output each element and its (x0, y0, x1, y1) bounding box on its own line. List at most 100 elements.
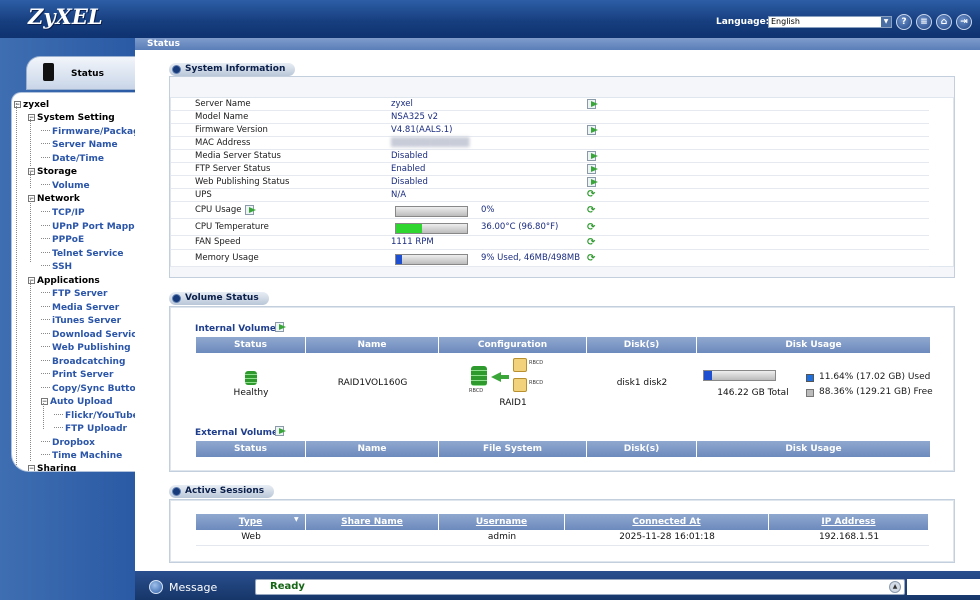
refresh-icon[interactable]: ⟳ (587, 223, 599, 233)
go-icon[interactable] (587, 99, 599, 109)
external-column-header[interactable]: Name (306, 441, 439, 457)
volume-status-header[interactable]: Volume Status (169, 292, 269, 305)
tree-node[interactable]: TCP/IP (41, 207, 85, 219)
tree-node[interactable]: UPnP Port Mapping (41, 221, 135, 233)
cpu-usage-bar (395, 206, 468, 217)
tree-node[interactable]: Copy/Sync Button (41, 383, 135, 395)
language-select[interactable]: English ▼ (768, 16, 892, 28)
tree-node[interactable]: − Auto Upload (41, 396, 113, 408)
internal-column-header[interactable]: Configuration (439, 337, 587, 353)
sort-icon[interactable]: ▼ (294, 516, 299, 523)
tree-node[interactable]: Telnet Service (41, 248, 124, 260)
go-icon[interactable] (587, 125, 599, 135)
tree-node[interactable]: iTunes Server (41, 315, 121, 327)
info-value: Enabled (391, 164, 426, 174)
logout-icon[interactable]: ⇥ (956, 14, 972, 30)
tree-node-label: Copy/Sync Button (52, 384, 135, 394)
arrow-left-icon-stem (501, 375, 509, 379)
tree-node[interactable]: − Network (28, 193, 80, 205)
go-icon[interactable] (275, 322, 287, 332)
session-cell: admin (487, 532, 517, 542)
go-icon[interactable] (587, 177, 599, 187)
tree-connector (41, 238, 50, 239)
tree-node[interactable]: − System Setting (28, 112, 115, 124)
tree-node[interactable]: Download Service (41, 329, 135, 341)
tree-node[interactable]: Dropbox (41, 437, 95, 449)
tree-node[interactable]: Date/Time (41, 153, 104, 165)
tree-node-label: Date/Time (52, 154, 104, 164)
tree-node[interactable]: Broadcatching (41, 356, 125, 368)
tree-node[interactable]: FTP Server (41, 288, 107, 300)
tree-node-label: FTP Uploadr (65, 424, 127, 434)
disk-used-label: 11.64% (17.02 GB) Used (819, 372, 931, 382)
tree-node[interactable]: Volume (41, 180, 90, 192)
internal-column-header[interactable]: Name (306, 337, 439, 353)
active-sessions-header[interactable]: Active Sessions (169, 485, 275, 498)
internal-column-header[interactable]: Disk(s) (587, 337, 697, 353)
session-column-header[interactable]: Username (439, 514, 565, 530)
tree-connector (41, 292, 50, 293)
go-icon[interactable] (587, 164, 599, 174)
tree-node[interactable]: Print Server (41, 369, 113, 381)
tree-connector (41, 306, 50, 307)
cpu-usage: CPU Usage 0% ⟳ (171, 202, 929, 219)
external-column-header[interactable]: Status (196, 441, 306, 457)
home-icon[interactable]: ⌂ (936, 14, 952, 30)
collapse-icon (172, 487, 181, 496)
tree-node[interactable]: Web Publishing (41, 342, 131, 354)
tree-node-label: Time Machine (52, 451, 123, 461)
external-column-header[interactable]: File System (439, 441, 587, 457)
cpu-temperature-bar (395, 223, 468, 234)
session-column-header[interactable]: Share Name (306, 514, 439, 530)
internal-volume-label: Internal Volume (195, 324, 276, 334)
tree-node-label: Dropbox (52, 438, 95, 448)
info-key: Memory Usage (195, 253, 259, 263)
refresh-icon[interactable]: ⟳ (587, 254, 599, 264)
tree-node-label: System Setting (37, 113, 115, 123)
tree-node[interactable]: Flickr/YouTube (54, 410, 135, 422)
refresh-icon[interactable]: ⟳ (587, 238, 599, 248)
info-key: CPU Usage (195, 205, 242, 215)
top-header: ZyXEL Language: English ▼ ? ≡ ⌂ ⇥ (0, 0, 980, 38)
internal-column-header[interactable]: Status (196, 337, 306, 353)
go-icon[interactable] (587, 151, 599, 161)
go-icon[interactable] (275, 426, 287, 436)
session-column-header[interactable]: Connected At (565, 514, 769, 530)
tree-node[interactable]: Firmware/Package (41, 126, 135, 138)
tree-node[interactable]: FTP Uploadr (54, 423, 127, 435)
tree-node-label: Auto Upload (50, 397, 113, 407)
external-column-header[interactable]: Disk Usage (697, 441, 931, 457)
internal-column-header[interactable]: Disk Usage (697, 337, 931, 353)
session-column-header[interactable]: IP Address (769, 514, 929, 530)
external-volume-label: External Volume (195, 428, 279, 438)
arrow-shape (249, 207, 256, 213)
tree-node[interactable]: PPPoE (41, 234, 84, 246)
help-icon[interactable]: ? (896, 14, 912, 30)
free-legend-swatch (806, 389, 814, 397)
tree-guide (30, 281, 31, 461)
tree-node[interactable]: − Storage (28, 166, 77, 178)
status-tab[interactable]: Status (26, 56, 136, 90)
refresh-icon[interactable]: ⟳ (587, 206, 599, 216)
collapse-box-icon[interactable]: − (28, 465, 35, 471)
tree-node-label: TCP/IP (52, 208, 85, 218)
tree-node[interactable]: − zyxel (14, 99, 49, 111)
expand-icon[interactable]: ▲ (889, 581, 901, 593)
tree-node[interactable]: − Applications (28, 275, 100, 287)
tree-node[interactable]: Time Machine (41, 450, 122, 462)
system-info-row: Server Name zyxel (171, 98, 929, 111)
arrow-shape (279, 324, 286, 330)
list-icon[interactable]: ≡ (916, 14, 932, 30)
info-value: 1111 RPM (391, 237, 434, 247)
tree-node[interactable]: Media Server (41, 302, 119, 314)
tree-node[interactable]: − Sharing (28, 463, 76, 471)
tree-node[interactable]: SSH (41, 261, 72, 273)
arrow-shape (279, 428, 286, 434)
go-icon[interactable] (245, 205, 257, 215)
system-info-header[interactable]: System Information (169, 63, 296, 76)
refresh-icon[interactable]: ⟳ (587, 190, 599, 200)
session-column-header[interactable]: Type (196, 514, 306, 530)
tree-node[interactable]: Server Name (41, 139, 118, 151)
external-column-header[interactable]: Disk(s) (587, 441, 697, 457)
tree-connector (41, 265, 50, 266)
